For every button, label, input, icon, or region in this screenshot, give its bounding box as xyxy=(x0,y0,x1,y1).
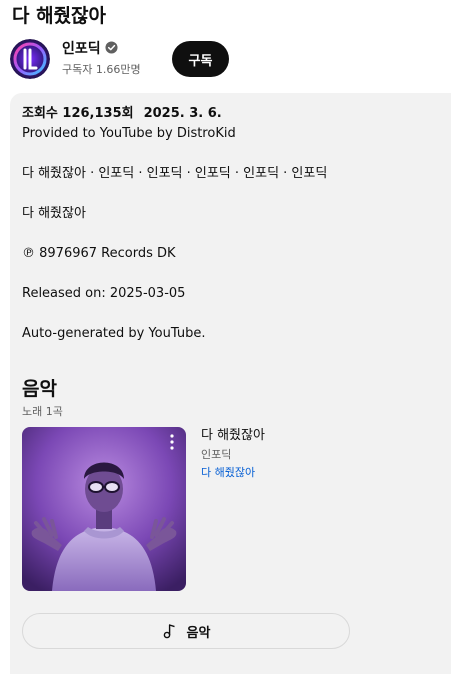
music-song-count: 노래 1곡 xyxy=(22,405,63,418)
song-album-link[interactable]: 다 해줬잖아 xyxy=(201,466,255,480)
music-note-icon xyxy=(163,624,175,639)
music-button-label: 음악 xyxy=(186,625,211,641)
description-credits: 다 해줬잖아 · 인포딕 · 인포딕 · 인포딕 · 인포딕 · 인포딕 xyxy=(22,166,328,181)
description-release-date: Released on: 2025-03-05 xyxy=(22,286,186,301)
verified-icon xyxy=(105,41,118,54)
music-section-heading: 음악 xyxy=(22,378,57,400)
channel-row: 인포딕 구독자 1.66만명 구독 xyxy=(10,39,440,79)
view-date-line: 조회수 126,135회 2025. 3. 6. xyxy=(22,105,222,123)
song-artist: 인포딕 xyxy=(201,448,232,461)
subscriber-count: 구독자 1.66만명 xyxy=(62,63,141,76)
description-auto-generated: Auto-generated by YouTube. xyxy=(22,326,206,341)
album-art-image xyxy=(22,427,186,591)
channel-name-text[interactable]: 인포딕 xyxy=(62,41,101,57)
subscribe-button[interactable]: 구독 xyxy=(172,41,229,77)
description-copyright: ℗ 8976967 Records DK xyxy=(22,246,176,261)
description-provider: Provided to YouTube by DistroKid xyxy=(22,126,236,141)
channel-name[interactable]: 인포딕 xyxy=(62,40,118,58)
description-panel[interactable]: 조회수 126,135회 2025. 3. 6. Provided to YouT… xyxy=(10,93,451,674)
description-song-title: 다 해줬잖아 xyxy=(22,206,86,221)
upload-date: 2025. 3. 6. xyxy=(143,106,222,121)
view-count: 조회수 126,135회 xyxy=(22,106,134,121)
album-art[interactable] xyxy=(22,427,186,591)
music-button[interactable]: 음악 xyxy=(22,613,350,649)
video-title: 다 해줬잖아 xyxy=(12,5,107,27)
song-title[interactable]: 다 해줬잖아 xyxy=(201,427,265,445)
channel-avatar[interactable] xyxy=(10,39,50,79)
more-vert-icon[interactable] xyxy=(164,433,180,451)
